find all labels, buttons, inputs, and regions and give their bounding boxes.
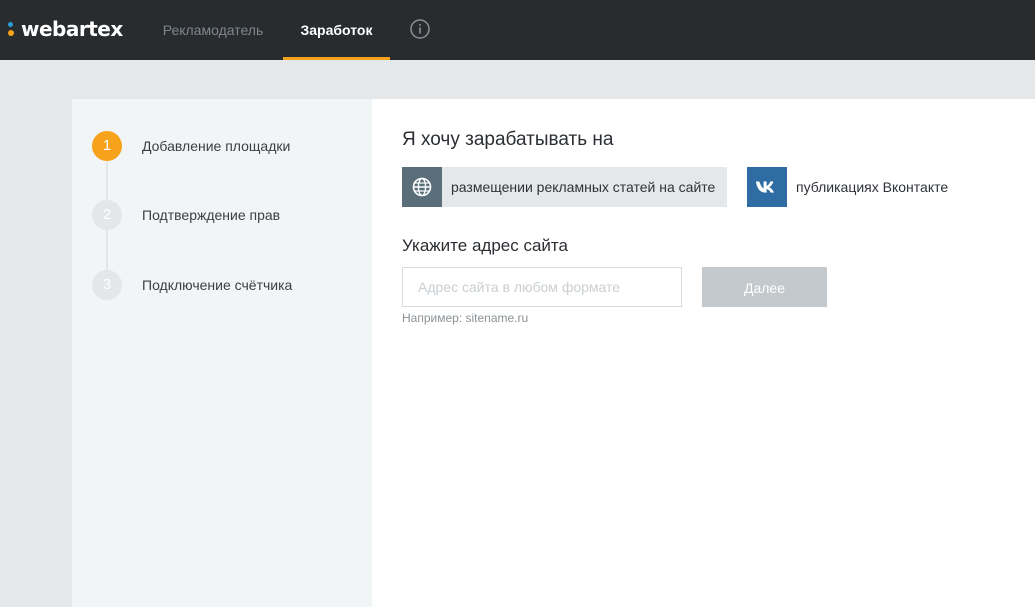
site-address-heading: Укажите адрес сайта	[402, 236, 568, 255]
logo-text: webartex	[21, 17, 123, 41]
step-confirm-rights: 2 Подтверждение прав	[92, 200, 280, 230]
vk-icon	[747, 167, 787, 207]
page-title: Я хочу зарабатывать на	[402, 129, 614, 150]
step-number-badge: 3	[92, 270, 122, 300]
logo-dots-icon	[7, 17, 17, 41]
option-label: публикациях Вконтакте	[796, 179, 949, 195]
step-label: Добавление площадки	[142, 138, 291, 154]
option-vkontakte-posts[interactable]: публикациях Вконтакте	[747, 167, 987, 207]
top-navigation-bar: webartex Рекламодатель Заработок	[0, 0, 1035, 60]
webartex-logo[interactable]: webartex	[7, 17, 123, 41]
option-label: размещении рекламных статей на сайте	[451, 179, 716, 195]
globe-icon	[402, 167, 442, 207]
option-website-articles[interactable]: размещении рекламных статей на сайте	[402, 167, 727, 207]
step-label: Подтверждение прав	[142, 207, 281, 223]
step-number-badge: 2	[92, 200, 122, 230]
main-content: Я хочу зарабатывать на размещении реклам…	[372, 99, 1035, 607]
step-connect-counter: 3 Подключение счётчика	[92, 270, 292, 300]
site-address-hint: Например: sitename.ru	[402, 311, 529, 325]
next-button[interactable]: Далее	[702, 267, 827, 307]
step-number-badge: 1	[92, 131, 122, 161]
tab-advertiser[interactable]: Рекламодатель	[146, 0, 280, 60]
step-add-platform: 1 Добавление площадки	[92, 131, 290, 161]
info-circle-icon[interactable]	[410, 19, 430, 39]
step-label: Подключение счётчика	[142, 277, 293, 293]
tab-earnings[interactable]: Заработок	[283, 0, 390, 60]
site-address-input[interactable]	[402, 267, 682, 307]
steps-sidebar: 1 Добавление площадки 2 Подтверждение пр…	[72, 99, 372, 607]
